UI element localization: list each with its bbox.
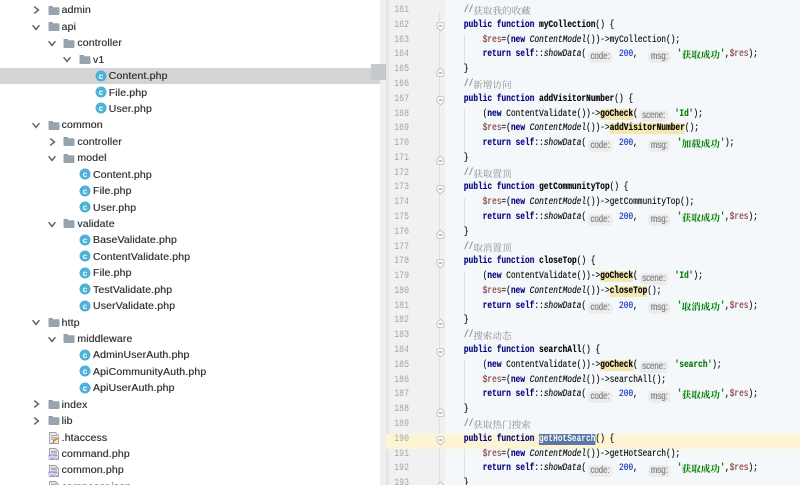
svg-text:c: c [83,169,88,179]
svg-text:c: c [83,235,88,245]
svg-text:c: c [83,300,88,310]
svg-text:c: c [83,383,88,393]
svg-text:c: c [98,87,103,97]
svg-text:c: c [98,103,103,113]
svg-text:c: c [83,284,88,294]
svg-text:c: c [83,185,88,195]
svg-text:c: c [83,366,88,376]
svg-text:php: php [48,471,57,476]
svg-text:php: php [48,455,57,460]
svg-text:c: c [98,70,103,80]
svg-text:c: c [83,251,88,261]
svg-text:c: c [83,268,88,278]
svg-text:c: c [83,202,88,212]
svg-text:c: c [83,350,88,360]
